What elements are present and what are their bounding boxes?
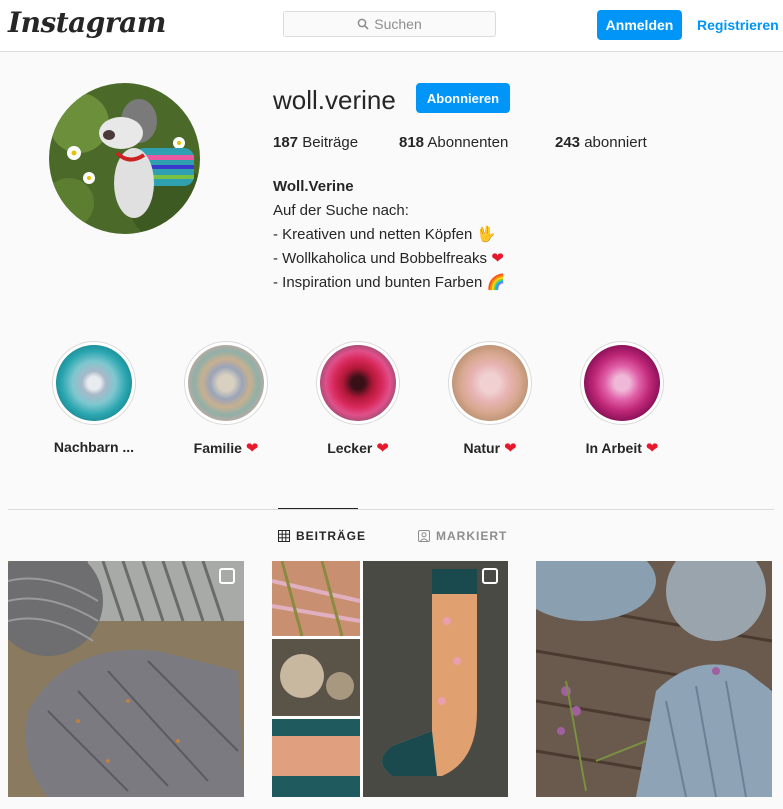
highlight-cover [448,341,532,425]
post-thumbnail[interactable] [8,561,244,797]
story-highlight[interactable]: Familie ❤ [171,341,281,457]
highlight-cover [580,341,664,425]
bio-line: - Inspiration und bunten Farben 🌈 [273,274,506,291]
stat-followers-label: Abonnenten [427,134,509,151]
heart-icon: ❤ [376,440,389,457]
highlight-label: Familie ❤ [193,440,259,457]
top-navigation-bar: Instagram Suchen Anmelden Registrieren [0,0,783,52]
stat-following-count: 243 [555,134,581,151]
search-icon [357,18,369,30]
post-thumbnail[interactable] [536,561,772,797]
bio-line: Auf der Suche nach: [273,202,409,219]
tab-tagged-label: MARKIERT [436,529,508,543]
post-thumbnail[interactable] [272,561,508,797]
profile-username: woll.verine [273,85,396,115]
tab-posts-label: BEITRÄGE [296,529,367,543]
search-input[interactable]: Suchen [283,11,496,37]
profile-display-name: Woll.Verine [273,178,354,195]
highlight-label: In Arbeit ❤ [585,440,659,457]
active-tab-indicator [278,508,358,509]
login-button[interactable]: Anmelden [597,10,682,40]
heart-icon: ❤ [503,440,517,457]
profile-avatar [49,83,200,234]
search-placeholder: Suchen [374,16,422,32]
tagged-user-icon [418,530,430,542]
stat-following-label: abonniert [584,134,647,151]
story-highlight[interactable]: Natur ❤ [435,341,545,457]
story-highlight[interactable]: Nachbarn ... [39,341,149,455]
follow-button[interactable]: Abonnieren [416,83,510,113]
story-highlight[interactable]: Lecker ❤ [303,341,413,457]
profile-bio: Woll.Verine Auf der Suche nach: - Kreati… [273,175,505,295]
heart-icon: ❤ [245,440,259,457]
tabs-divider [8,509,774,510]
bio-line: - Wollkaholica und Bobbelfreaks ❤ [273,247,505,271]
highlight-label: Nachbarn ... [53,439,135,455]
stat-posts-count: 187 [273,134,299,151]
stat-following[interactable]: 243 abonniert [555,134,647,151]
stat-followers-count: 818 [399,134,425,151]
heart-icon: ❤ [491,250,504,267]
bio-line: - Kreativen und netten Köpfen 🖖 [273,226,496,243]
highlight-label: Natur ❤ [463,440,517,457]
stat-posts-label: Beiträge [302,134,359,151]
register-link[interactable]: Registrieren [697,10,779,40]
instagram-logo[interactable]: Instagram [8,6,166,39]
highlight-cover [184,341,268,425]
story-highlight[interactable]: In Arbeit ❤ [567,341,677,457]
bio-line-text: - Wollkaholica und Bobbelfreaks [273,250,488,267]
tab-tagged[interactable]: MARKIERT [418,529,507,543]
heart-icon: ❤ [645,440,659,457]
stat-followers[interactable]: 818 Abonnenten [399,134,508,151]
highlight-label: Lecker ❤ [327,440,389,457]
highlight-cover [52,341,136,425]
highlight-cover [316,341,400,425]
grid-icon [278,530,290,542]
tab-posts[interactable]: BEITRÄGE [278,529,366,543]
stat-posts: 187 Beiträge [273,134,358,151]
